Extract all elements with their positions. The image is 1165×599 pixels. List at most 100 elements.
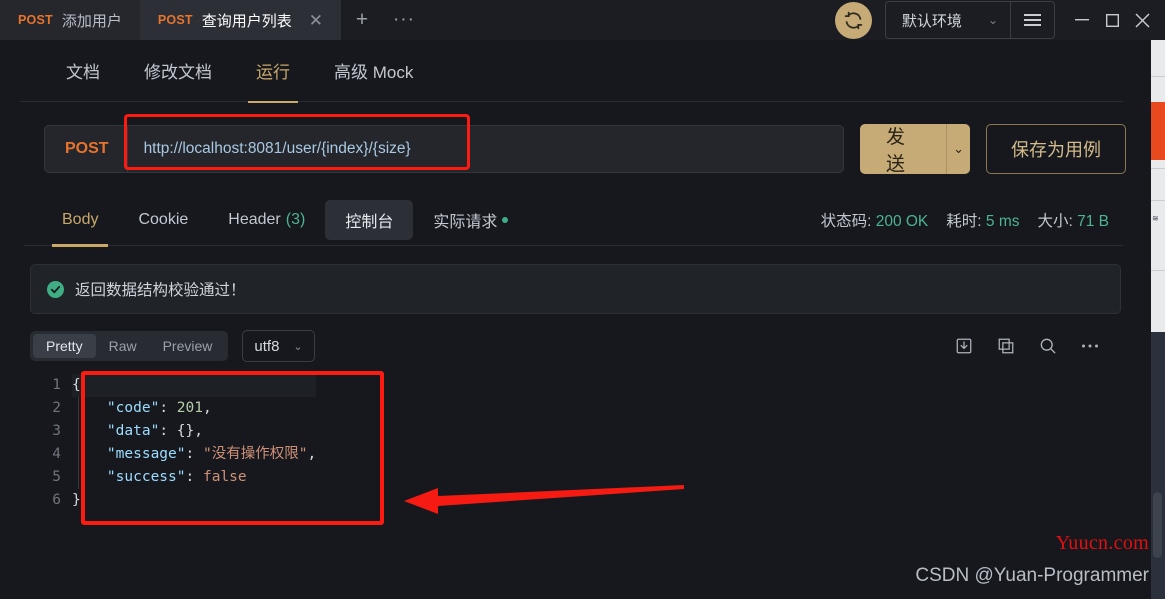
json-value-data: {} xyxy=(176,423,195,439)
encoding-select[interactable]: utf8 ⌄ xyxy=(242,330,315,362)
response-tab-body[interactable]: Body xyxy=(42,194,118,247)
site-watermark: Yuucn.com xyxy=(1055,532,1149,554)
brace-close: } xyxy=(72,492,81,508)
tab-edit-document[interactable]: 修改文档 xyxy=(122,40,234,102)
tab-title-label: 添加用户 xyxy=(61,12,122,30)
status-code-stat: 状态码: 200 OK xyxy=(821,209,929,231)
colon: : xyxy=(159,423,169,439)
search-icon[interactable] xyxy=(1039,337,1057,355)
code-line-4: "message": "没有操作权限", xyxy=(72,443,316,466)
maximize-icon xyxy=(1105,13,1119,27)
view-mode-raw[interactable]: Raw xyxy=(96,334,150,358)
save-as-case-button[interactable]: 保存为用例 xyxy=(986,124,1127,174)
response-viewer-toolbar: Pretty Raw Preview utf8 ⌄ xyxy=(30,330,1121,362)
scrollbar-thumb[interactable] xyxy=(1153,492,1162,558)
new-tab-button[interactable]: + xyxy=(341,0,383,40)
code-line-1: { xyxy=(72,374,317,397)
json-key-success: "success" xyxy=(106,469,186,485)
environment-value: 默认环境 xyxy=(901,12,962,30)
title-bar: POST 添加用户 POST 查询用户列表 ✕ + ··· 默认环境 ⌄ xyxy=(0,0,1165,40)
more-icon[interactable] xyxy=(1081,343,1099,349)
colon: : xyxy=(159,400,169,416)
right-edge-strip: ≋ xyxy=(1143,40,1165,599)
edge-orange-block xyxy=(1151,102,1165,160)
response-tab-actual-request[interactable]: 实际请求 xyxy=(413,194,528,246)
tab-document[interactable]: 文档 xyxy=(44,40,122,102)
line-number: 4 xyxy=(52,446,61,462)
edge-dark-block xyxy=(1151,332,1165,599)
size-stat: 大小: 71 B xyxy=(1037,209,1109,231)
code-line-6: } xyxy=(72,489,316,512)
response-stats: 状态码: 200 OK 耗时: 5 ms 大小: 71 B xyxy=(821,209,1123,231)
response-tab-label: Header xyxy=(228,210,281,228)
request-url-row: POST 发 送 ⌄ 保存为用例 xyxy=(0,102,1143,175)
response-tab-label: 实际请求 xyxy=(433,213,498,231)
edge-separator xyxy=(1151,200,1165,201)
json-key-data: "data" xyxy=(106,423,160,439)
send-button[interactable]: 发 送 ⌄ xyxy=(860,124,971,175)
maximize-button[interactable] xyxy=(1097,0,1127,40)
duration-stat: 耗时: 5 ms xyxy=(946,209,1019,231)
chevron-down-icon: ⌄ xyxy=(987,13,998,27)
edge-mini-text: ≋ xyxy=(1152,215,1159,223)
environment-select[interactable]: 默认环境 ⌄ xyxy=(886,2,1010,38)
response-tab-console[interactable]: 控制台 xyxy=(325,199,414,240)
edge-separator xyxy=(1151,76,1165,77)
response-tab-header[interactable]: Header (3) xyxy=(208,194,325,246)
window-close-button[interactable] xyxy=(1127,0,1157,40)
status-code-value: 200 OK xyxy=(875,212,929,230)
json-key-code: "code" xyxy=(106,400,160,416)
colon: : xyxy=(185,446,195,462)
tab-title-label: 查询用户列表 xyxy=(201,12,292,30)
tab-add-user[interactable]: POST 添加用户 xyxy=(0,0,140,40)
json-key-message: "message" xyxy=(106,446,186,462)
schema-validation-text: 返回数据结构校验通过！ xyxy=(75,282,246,299)
line-number: 3 xyxy=(52,423,61,439)
sync-button[interactable] xyxy=(834,1,872,39)
line-number: 6 xyxy=(52,492,61,508)
line-number-gutter: 1 2 3 4 5 6 xyxy=(30,374,72,512)
response-tabs: Body Cookie Header (3) 控制台 实际请求 状态码: 200… xyxy=(24,194,1123,247)
author-watermark: CSDN @Yuan-Programmer xyxy=(915,565,1149,586)
download-icon[interactable] xyxy=(955,337,973,355)
send-options-caret-icon[interactable]: ⌄ xyxy=(946,124,970,174)
comma: , xyxy=(307,446,317,462)
json-value-message: "没有操作权限" xyxy=(202,446,308,462)
minimize-button[interactable] xyxy=(1067,0,1097,40)
edge-separator xyxy=(1151,168,1165,169)
response-tab-label: 控制台 xyxy=(345,213,394,231)
view-mode-pretty[interactable]: Pretty xyxy=(33,334,96,358)
copy-icon[interactable] xyxy=(997,337,1015,355)
json-code-block[interactable]: 1 2 3 4 5 6 { "code": 201, "data": {}, "… xyxy=(30,374,1143,512)
json-value-success: false xyxy=(202,469,247,485)
schema-validation-banner: 返回数据结构校验通过！ xyxy=(30,264,1121,314)
view-mode-preview[interactable]: Preview xyxy=(150,334,226,358)
url-input[interactable] xyxy=(127,140,843,158)
colon: : xyxy=(185,469,195,485)
tab-query-user-list[interactable]: POST 查询用户列表 ✕ xyxy=(139,0,341,40)
line-number: 5 xyxy=(52,469,61,485)
tab-advanced-mock[interactable]: 高级 Mock xyxy=(312,40,435,102)
comma: , xyxy=(194,423,203,439)
request-method-label[interactable]: POST xyxy=(45,140,127,158)
url-box: POST xyxy=(44,114,844,173)
code-line-2: "code": 201, xyxy=(72,397,316,420)
response-body-viewer: 1 2 3 4 5 6 { "code": 201, "data": {}, "… xyxy=(30,371,1143,525)
duration-value: 5 ms xyxy=(985,212,1020,230)
status-dot-icon xyxy=(502,216,509,223)
size-value: 71 B xyxy=(1077,212,1109,230)
tab-close-icon[interactable]: ✕ xyxy=(309,12,323,29)
brace-open: { xyxy=(72,377,81,393)
check-circle-icon xyxy=(47,280,64,298)
more-tabs-button[interactable]: ··· xyxy=(383,0,425,40)
size-label: 大小: xyxy=(1037,212,1073,230)
response-tab-cookie[interactable]: Cookie xyxy=(118,194,208,246)
minimize-icon xyxy=(1075,19,1089,21)
main-panel: 文档 修改文档 运行 高级 Mock POST 发 送 ⌄ 保存为用例 Body… xyxy=(0,40,1143,599)
status-code-label: 状态码: xyxy=(820,212,872,230)
tab-method-label: POST xyxy=(18,13,53,27)
tab-run[interactable]: 运行 xyxy=(234,40,312,103)
view-mode-segment: Pretty Raw Preview xyxy=(30,331,229,361)
viewer-actions xyxy=(955,337,1121,355)
hamburger-menu-button[interactable] xyxy=(1010,2,1054,38)
